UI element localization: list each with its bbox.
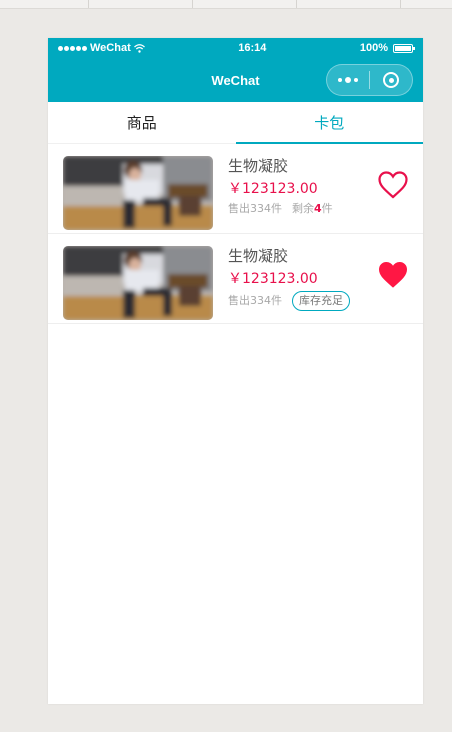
product-info: 生物凝胶 ￥123123.00 售出334件 库存充足 xyxy=(228,246,350,311)
heart-filled-icon[interactable] xyxy=(377,260,409,290)
product-image xyxy=(63,156,213,230)
strip-segment xyxy=(297,0,401,8)
list-item[interactable]: 生物凝胶 ￥123123.00 售出334件 库存充足 xyxy=(48,234,423,324)
more-dots-icon xyxy=(338,77,358,83)
heart-outline-icon[interactable] xyxy=(377,170,409,200)
signal-carrier: WeChat xyxy=(58,42,145,54)
list-item[interactable]: 生物凝胶 ￥123123.00 售出334件 剩余4件 xyxy=(48,144,423,234)
strip-segment xyxy=(0,0,89,8)
signal-icon xyxy=(58,45,87,51)
status-bar: WeChat 16:14 100% xyxy=(48,38,423,58)
remaining-prefix: 剩余 xyxy=(292,202,314,215)
tab-goods[interactable]: 商品 xyxy=(48,102,236,143)
product-title: 生物凝胶 xyxy=(228,157,289,175)
stock-status-badge: 库存充足 xyxy=(292,291,350,311)
product-list: 生物凝胶 ￥123123.00 售出334件 剩余4件 生物凝胶 ￥123123… xyxy=(48,144,423,324)
wifi-icon xyxy=(133,43,145,53)
battery-area: 100% xyxy=(359,42,415,54)
sold-count: 售出334件 xyxy=(228,202,282,215)
close-miniprogram-button[interactable] xyxy=(370,65,412,95)
tab-bar: 商品 卡包 xyxy=(48,102,423,144)
product-meta: 售出334件 库存充足 xyxy=(228,291,350,311)
remaining-count: 4 xyxy=(314,202,322,215)
browser-top-strip xyxy=(0,0,452,9)
strip-segment xyxy=(193,0,297,8)
product-info: 生物凝胶 ￥123123.00 售出334件 剩余4件 xyxy=(228,156,333,217)
nav-title: WeChat xyxy=(211,72,260,88)
carrier-name: WeChat xyxy=(90,42,131,54)
clock: 16:14 xyxy=(238,42,267,54)
tab-card-pack[interactable]: 卡包 xyxy=(235,102,424,144)
more-button[interactable] xyxy=(327,65,369,95)
nav-bar: WeChat xyxy=(48,58,423,102)
target-icon xyxy=(383,72,399,88)
remaining-stock: 剩余4件 xyxy=(292,201,333,217)
menu-capsule xyxy=(326,64,413,96)
product-price: ￥123123.00 xyxy=(228,181,318,197)
strip-segment xyxy=(89,0,193,8)
remaining-suffix: 件 xyxy=(321,202,333,215)
product-image xyxy=(63,246,213,320)
product-price: ￥123123.00 xyxy=(228,271,318,287)
product-title: 生物凝胶 xyxy=(228,247,289,265)
phone-simulator: WeChat 16:14 100% WeChat 商品 卡包 生物凝胶 ￥123… xyxy=(48,38,423,704)
product-meta: 售出334件 剩余4件 xyxy=(228,201,333,217)
battery-percent: 100% xyxy=(359,42,388,54)
battery-icon xyxy=(393,43,415,53)
sold-count: 售出334件 xyxy=(228,294,282,307)
